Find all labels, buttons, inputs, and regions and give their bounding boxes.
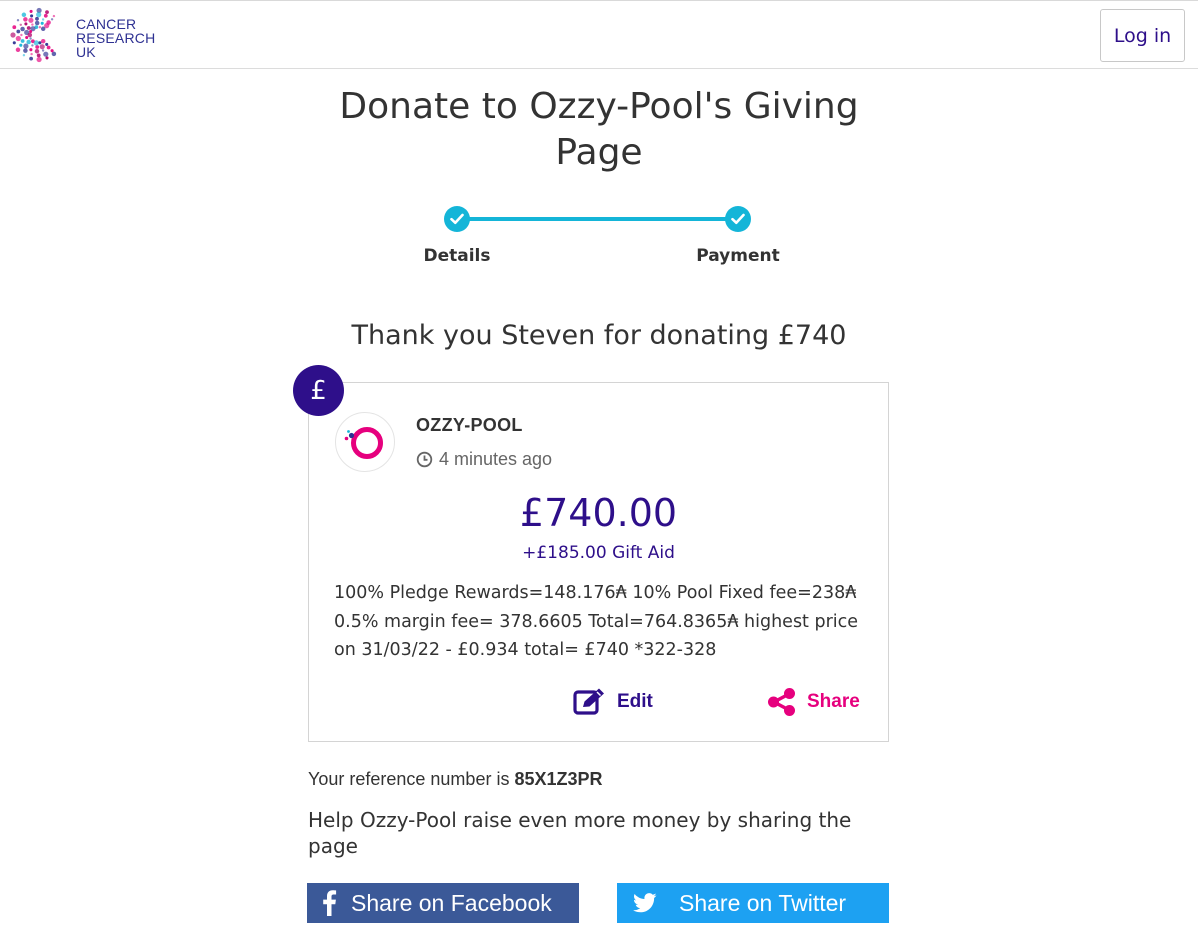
donation-amount: £740.00 [519, 491, 678, 535]
page-title: Donate to Ozzy-Pool's Giving Page [339, 86, 859, 173]
twitter-label: Share on Twitter [679, 889, 847, 916]
donation-card: OZZY-POOL 4 minutes ago £740.00 +£185.00… [308, 382, 889, 742]
donor-name: OZZY-POOL [416, 415, 523, 435]
thank-you-message: Thank you Steven for donating £740 [351, 320, 847, 351]
donor-logo-icon [344, 427, 383, 459]
login-button[interactable]: Log in [1100, 9, 1185, 62]
help-share-text: Help Ozzy-Pool raise even more money by … [308, 808, 852, 858]
step-payment-label: Payment [696, 246, 780, 266]
cancer-research-uk-logo[interactable]: CANCER RESEARCH UK [8, 7, 168, 65]
logo-line-3: UK [76, 44, 96, 60]
step-details-label: Details [423, 246, 491, 266]
donation-message: 100% Pledge Rewards=148.176₳ 10% Pool Fi… [334, 583, 859, 660]
facebook-icon [323, 890, 337, 916]
logo-line-2: RESEARCH [76, 30, 156, 46]
share-icon [768, 688, 795, 716]
share-button[interactable]: Share [767, 688, 860, 716]
stepper-line [457, 217, 739, 221]
logo-text: CANCER RESEARCH UK [76, 17, 155, 59]
share-on-twitter-button[interactable]: Share on Twitter [617, 883, 889, 923]
progress-stepper: Details Payment [400, 206, 800, 276]
reference-number: 85X1Z3PR [514, 769, 603, 789]
edit-icon [573, 688, 604, 715]
step-payment-check-icon [725, 206, 751, 232]
share-label: Share [807, 691, 860, 712]
reference-number-row: Your reference number is 85X1Z3PR [308, 769, 603, 790]
step-details-check-icon [444, 206, 470, 232]
edit-button[interactable]: Edit [573, 688, 653, 716]
facebook-label: Share on Facebook [351, 889, 552, 916]
reference-prefix: Your reference number is [308, 769, 510, 789]
logo-mark-icon [10, 7, 57, 63]
donation-time: 4 minutes ago [416, 449, 552, 470]
donor-avatar [335, 412, 395, 472]
twitter-icon [633, 893, 657, 913]
site-header: CANCER RESEARCH UK Log in [0, 0, 1198, 69]
share-on-facebook-button[interactable]: Share on Facebook [307, 883, 579, 923]
pound-badge-icon: £ [293, 365, 344, 416]
clock-icon [416, 451, 433, 468]
gift-aid-amount: +£185.00 Gift Aid [522, 543, 675, 563]
edit-label: Edit [617, 691, 653, 712]
time-ago: 4 minutes ago [439, 449, 553, 469]
logo-line-1: CANCER [76, 16, 137, 32]
